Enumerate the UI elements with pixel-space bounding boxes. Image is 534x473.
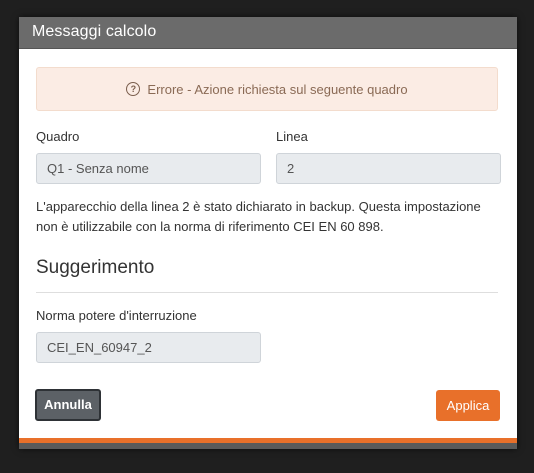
apply-button[interactable]: Applica: [436, 390, 500, 421]
cancel-button[interactable]: Annulla: [35, 389, 101, 421]
alert-text: Errore - Azione richiesta sul seguente q…: [147, 81, 408, 97]
quadro-label: Quadro: [36, 129, 80, 144]
question-circle-icon: ?: [126, 82, 141, 96]
norma-label: Norma potere d'interruzione: [36, 308, 197, 323]
error-alert: ? Errore - Azione richiesta sul seguente…: [36, 67, 498, 111]
error-message: L'apparecchio della linea 2 è stato dich…: [36, 197, 502, 237]
calculation-messages-dialog: Messaggi calcolo ? Errore - Azione richi…: [19, 17, 517, 449]
norma-field[interactable]: CEI_EN_60947_2: [36, 332, 261, 363]
error-message-line-1: L'apparecchio della linea 2 è stato dich…: [36, 199, 481, 214]
dialog-title: Messaggi calcolo: [32, 23, 157, 40]
dialog-header: Messaggi calcolo: [19, 17, 517, 49]
quadro-field[interactable]: Q1 - Senza nome: [36, 153, 261, 184]
suggestion-title: Suggerimento: [36, 257, 155, 278]
error-message-line-2: non è utilizzabile con la norma di rifer…: [36, 219, 384, 234]
dialog-footer-bar: [19, 443, 517, 449]
linea-field[interactable]: 2: [276, 153, 501, 184]
linea-label: Linea: [276, 129, 308, 144]
section-divider: [36, 292, 498, 293]
